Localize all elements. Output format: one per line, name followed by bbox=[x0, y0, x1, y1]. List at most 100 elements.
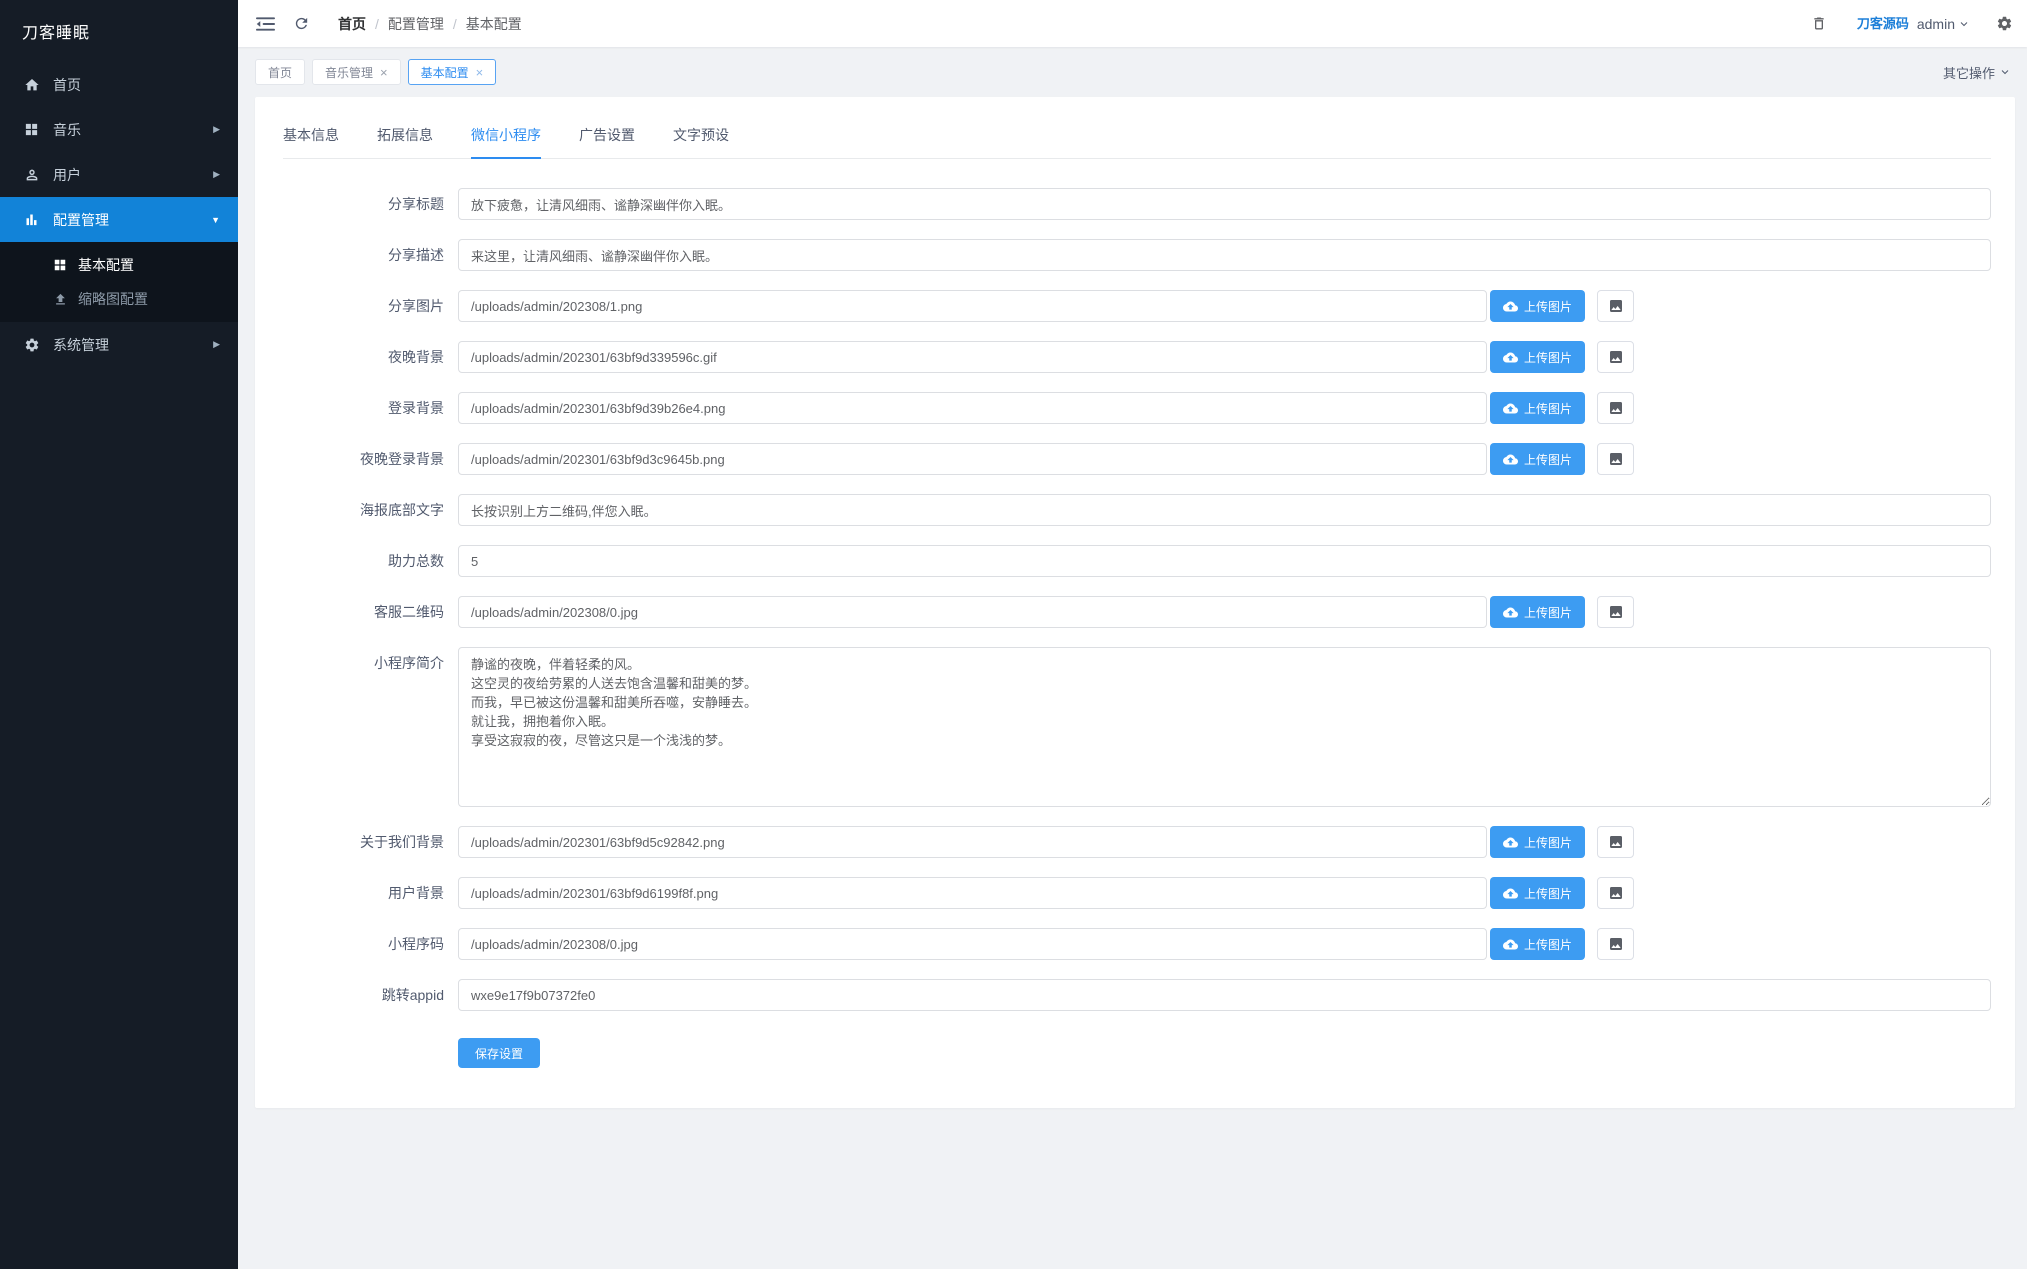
night-login-background-input[interactable] bbox=[458, 443, 1487, 475]
preview-image-button[interactable] bbox=[1597, 596, 1635, 628]
sidebar-subitem-basic-config[interactable]: 基本配置 bbox=[0, 248, 238, 282]
preview-image-button[interactable] bbox=[1597, 392, 1635, 424]
upload-button-label: 上传图片 bbox=[1524, 937, 1573, 952]
form-row: 海报底部文字 bbox=[283, 494, 1991, 526]
avatar-logo[interactable]: 刀客源码 bbox=[1857, 17, 1909, 30]
field-label: 海报底部文字 bbox=[360, 502, 444, 518]
night-background-input[interactable] bbox=[458, 341, 1487, 373]
sidebar-item-system[interactable]: 系统管理 ▶ bbox=[0, 322, 238, 367]
tab-ad-settings[interactable]: 广告设置 bbox=[579, 125, 635, 158]
preview-image-button[interactable] bbox=[1597, 290, 1635, 322]
chevron-down-icon bbox=[1960, 21, 1968, 26]
service-qrcode-input[interactable] bbox=[458, 596, 1487, 628]
upload-image-button[interactable]: 上传图片 bbox=[1490, 290, 1586, 322]
preview-image-button[interactable] bbox=[1597, 826, 1635, 858]
cloud-upload-icon bbox=[1503, 939, 1518, 949]
trash-icon[interactable] bbox=[1811, 15, 1827, 32]
upload-button-label: 上传图片 bbox=[1524, 605, 1573, 620]
more-operations-dropdown[interactable]: 其它操作 bbox=[1943, 63, 2011, 82]
config-submenu: 基本配置 缩略图配置 bbox=[0, 242, 238, 322]
image-icon bbox=[1609, 887, 1622, 899]
poster-bottom-text-input[interactable] bbox=[458, 494, 1991, 526]
form-row: 关于我们背景 上传图片 bbox=[283, 826, 1991, 858]
share-image-input[interactable] bbox=[458, 290, 1487, 322]
form-row: 客服二维码 上传图片 bbox=[283, 596, 1991, 628]
field-label: 分享图片 bbox=[388, 298, 444, 314]
field-label: 小程序简介 bbox=[374, 655, 444, 671]
tab-basic-info[interactable]: 基本信息 bbox=[283, 125, 339, 158]
share-title-input[interactable] bbox=[458, 188, 1991, 220]
cloud-upload-icon bbox=[1503, 301, 1518, 311]
close-icon[interactable]: × bbox=[476, 65, 484, 80]
home-icon bbox=[23, 76, 40, 93]
upload-icon bbox=[52, 291, 68, 307]
form-row: 跳转appid bbox=[283, 979, 1991, 1011]
tab-chip-label: 音乐管理 bbox=[325, 65, 374, 80]
form-row: 登录背景 上传图片 bbox=[283, 392, 1991, 424]
miniprogram-code-input[interactable] bbox=[458, 928, 1487, 960]
upload-image-button[interactable]: 上传图片 bbox=[1490, 928, 1586, 960]
sidebar-item-label: 音乐 bbox=[53, 121, 81, 138]
image-icon bbox=[1609, 453, 1622, 465]
tab-chip-label: 基本配置 bbox=[420, 65, 469, 80]
sidebar-item-user[interactable]: 用户 ▶ bbox=[0, 152, 238, 197]
upload-button-label: 上传图片 bbox=[1524, 886, 1573, 901]
sidebar-subitem-thumbnail-config[interactable]: 缩略图配置 bbox=[0, 282, 238, 316]
sidebar-item-home[interactable]: 首页 bbox=[0, 62, 238, 107]
field-label: 登录背景 bbox=[388, 400, 444, 416]
cloud-upload-icon bbox=[1503, 352, 1518, 362]
upload-image-button[interactable]: 上传图片 bbox=[1490, 392, 1586, 424]
close-icon[interactable]: × bbox=[380, 65, 388, 80]
preview-image-button[interactable] bbox=[1597, 443, 1635, 475]
tab-wechat-miniprogram[interactable]: 微信小程序 bbox=[471, 125, 541, 159]
upload-button-label: 上传图片 bbox=[1524, 835, 1573, 850]
tab-chip-home[interactable]: 首页 bbox=[255, 59, 306, 85]
field-label: 客服二维码 bbox=[374, 604, 444, 620]
username: admin bbox=[1916, 15, 1955, 32]
sidebar-subitem-label: 基本配置 bbox=[78, 257, 134, 273]
collapse-sidebar-icon[interactable] bbox=[256, 16, 275, 32]
cloud-upload-icon bbox=[1503, 403, 1518, 413]
tab-chip-basic-config[interactable]: 基本配置 × bbox=[407, 59, 497, 85]
breadcrumb-config[interactable]: 配置管理 bbox=[388, 14, 444, 34]
login-background-input[interactable] bbox=[458, 392, 1487, 424]
sidebar-item-music[interactable]: 音乐 ▶ bbox=[0, 107, 238, 152]
form-row: 用户背景 上传图片 bbox=[283, 877, 1991, 909]
share-description-input[interactable] bbox=[458, 239, 1991, 271]
user-menu[interactable]: admin bbox=[1917, 16, 1970, 32]
boost-total-input[interactable] bbox=[458, 545, 1991, 577]
upload-button-label: 上传图片 bbox=[1524, 299, 1573, 314]
settings-gear-icon[interactable] bbox=[1996, 15, 2013, 32]
sidebar-item-config[interactable]: 配置管理 ▼ bbox=[0, 197, 238, 242]
main-area: 首页 / 配置管理 / 基本配置 刀客源码 admin 首页 音乐管理 × 基本… bbox=[238, 0, 2027, 1269]
sidebar: 刀客睡眠 首页 音乐 ▶ 用户 ▶ 配置管理 ▼ 基本配置 缩略图配置 系统管理… bbox=[0, 0, 238, 1269]
preview-image-button[interactable] bbox=[1597, 877, 1635, 909]
breadcrumb-separator: / bbox=[452, 15, 457, 32]
preview-image-button[interactable] bbox=[1597, 928, 1635, 960]
refresh-icon[interactable] bbox=[293, 15, 310, 32]
user-background-input[interactable] bbox=[458, 877, 1487, 909]
upload-image-button[interactable]: 上传图片 bbox=[1490, 826, 1586, 858]
form-row: 分享图片 上传图片 bbox=[283, 290, 1991, 322]
image-icon bbox=[1609, 606, 1622, 618]
breadcrumb-home[interactable]: 首页 bbox=[338, 14, 366, 34]
tab-chip-music[interactable]: 音乐管理 × bbox=[312, 59, 401, 85]
form-row: 夜晚登录背景 上传图片 bbox=[283, 443, 1991, 475]
upload-image-button[interactable]: 上传图片 bbox=[1490, 443, 1586, 475]
sidebar-subitem-label: 缩略图配置 bbox=[78, 291, 148, 307]
image-icon bbox=[1609, 300, 1622, 312]
form-row: 小程序码 上传图片 bbox=[283, 928, 1991, 960]
about-us-background-input[interactable] bbox=[458, 826, 1487, 858]
miniprogram-intro-textarea[interactable]: 静谧的夜晚，伴着轻柔的风。 这空灵的夜给劳累的人送去饱含温馨和甜美的梦。 而我，… bbox=[458, 647, 1991, 807]
preview-image-button[interactable] bbox=[1597, 341, 1635, 373]
save-settings-button[interactable]: 保存设置 bbox=[458, 1038, 541, 1068]
upload-image-button[interactable]: 上传图片 bbox=[1490, 877, 1586, 909]
upload-image-button[interactable]: 上传图片 bbox=[1490, 596, 1586, 628]
upload-image-button[interactable]: 上传图片 bbox=[1490, 341, 1586, 373]
redirect-appid-input[interactable] bbox=[458, 979, 1991, 1011]
field-label: 夜晚登录背景 bbox=[360, 451, 444, 467]
tab-text-presets[interactable]: 文字预设 bbox=[673, 125, 729, 158]
content-area: 基本信息 拓展信息 微信小程序 广告设置 文字预设 分享标题 分享描述 bbox=[238, 97, 2027, 1269]
breadcrumb-basic[interactable]: 基本配置 bbox=[466, 14, 522, 34]
tab-extended-info[interactable]: 拓展信息 bbox=[377, 125, 433, 158]
